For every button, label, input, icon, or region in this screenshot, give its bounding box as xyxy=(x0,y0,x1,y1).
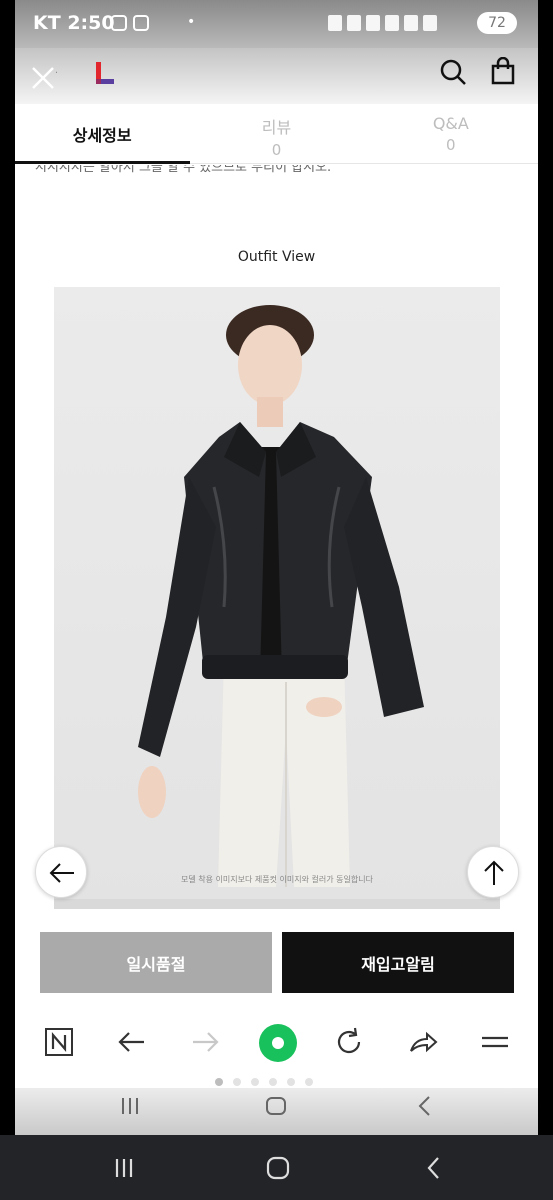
wifi-icon xyxy=(385,15,399,31)
arrow-left-icon xyxy=(49,863,74,883)
time-label: 2:50 xyxy=(67,12,115,34)
notification-icons xyxy=(111,15,149,31)
instagram-icon xyxy=(133,15,149,31)
tab-count: 0 xyxy=(446,136,456,154)
browser-toolbar xyxy=(15,1010,538,1076)
model-photo: 모델 착용 이미지보다 제품컷 이미지와 컬러가 동일합니다 xyxy=(54,287,500,909)
page-indicator xyxy=(215,1078,313,1086)
tab-label: Q&A xyxy=(432,114,469,133)
mute-icon xyxy=(366,15,380,31)
close-icon[interactable] xyxy=(29,64,57,92)
lotte-logo-icon[interactable] xyxy=(93,60,117,86)
clock-icon xyxy=(347,15,361,31)
page-dot xyxy=(287,1078,295,1086)
app-header xyxy=(15,48,538,104)
menu-icon[interactable] xyxy=(479,1026,511,1058)
alarm-icon xyxy=(328,15,342,31)
purchase-actions: 일시품절 재입고알림 xyxy=(15,910,538,1010)
status-time: KT 2:50 xyxy=(33,12,115,34)
page-dot xyxy=(233,1078,241,1086)
home-button-icon[interactable] xyxy=(264,1094,288,1118)
home-button-icon[interactable] xyxy=(265,1155,291,1181)
browser-back-icon[interactable] xyxy=(116,1026,148,1058)
nav-back-icon[interactable] xyxy=(413,1094,437,1118)
home-icon[interactable] xyxy=(259,1024,297,1062)
recent-apps-icon[interactable] xyxy=(118,1094,142,1118)
page-dot xyxy=(269,1078,277,1086)
inner-navigation-bar xyxy=(15,1088,538,1135)
battery-indicator: 72 xyxy=(477,12,517,34)
page-dot xyxy=(305,1078,313,1086)
section-title: Outfit View xyxy=(237,249,316,265)
scroll-top-button[interactable] xyxy=(467,846,519,898)
system-navigation-bar xyxy=(0,1135,553,1200)
soldout-button[interactable]: 일시품절 xyxy=(40,932,272,993)
tab-label: 상세정보 xyxy=(72,126,132,145)
naver-icon[interactable] xyxy=(43,1026,75,1058)
browser-forward-icon[interactable] xyxy=(189,1026,221,1058)
gallery-icon xyxy=(111,15,127,31)
nav-back-icon[interactable] xyxy=(422,1155,446,1181)
share-icon[interactable] xyxy=(407,1026,439,1058)
shopping-bag-icon[interactable] xyxy=(490,57,516,85)
hd-icon xyxy=(404,15,418,31)
status-bar: KT 2:50 • 72 xyxy=(15,0,538,48)
cut-off-text: 시시시시는 알아서 그을 알 수 있으므로 무리이 합시오. xyxy=(35,165,332,175)
tab-review[interactable]: 리뷰 0 xyxy=(189,104,363,163)
refresh-icon[interactable] xyxy=(333,1026,365,1058)
photo-bottom-band xyxy=(54,899,500,909)
photo-caption: 모델 착용 이미지보다 제품컷 이미지와 컬러가 동일합니다 xyxy=(181,875,373,884)
tab-count: 0 xyxy=(271,141,282,159)
phone-frame: KT 2:50 • 72 상세정보 리뷰 0 Q&A 0 시시시시는 알아서 그… xyxy=(0,0,553,1200)
product-detail-content: 시시시시는 알아서 그을 알 수 있으므로 무리이 합시오. Outfit Vi… xyxy=(15,165,538,910)
carrier-label: KT xyxy=(33,12,61,34)
tab-qna[interactable]: Q&A 0 xyxy=(364,104,538,163)
system-icons xyxy=(328,15,437,31)
back-button[interactable] xyxy=(35,846,87,898)
arrow-up-icon xyxy=(484,860,504,885)
active-tab-indicator xyxy=(15,161,190,164)
tab-label: 리뷰 xyxy=(261,118,292,137)
model-illustration xyxy=(138,305,424,887)
screen: KT 2:50 • 72 상세정보 리뷰 0 Q&A 0 시시시시는 알아서 그… xyxy=(15,0,538,1135)
page-dot xyxy=(215,1078,223,1086)
restock-alert-button[interactable]: 재입고알림 xyxy=(282,932,514,993)
page-dot xyxy=(251,1078,259,1086)
more-notifications-icon: • xyxy=(187,14,196,30)
signal-icon xyxy=(423,15,437,31)
recent-apps-icon[interactable] xyxy=(112,1155,136,1181)
tab-detail[interactable]: 상세정보 xyxy=(15,104,189,163)
search-icon[interactable] xyxy=(439,58,467,86)
product-tabs: 상세정보 리뷰 0 Q&A 0 xyxy=(15,104,538,164)
